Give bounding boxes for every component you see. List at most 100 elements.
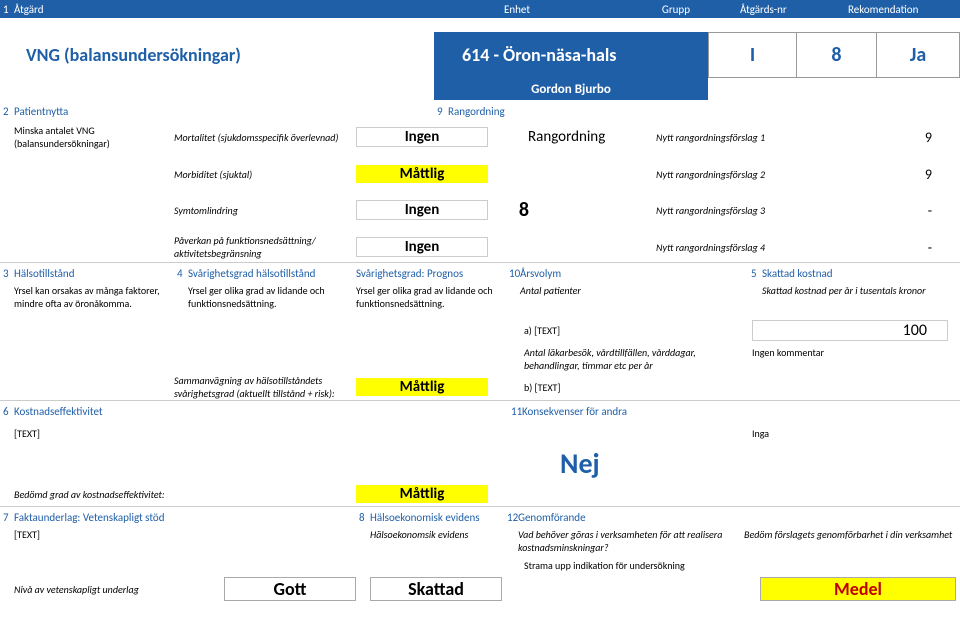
metric-row-4: Påverkan på funktionsnedsättning/ aktivi… [0, 232, 960, 262]
metric-row-1: Minska antalet VNG (balansundersökningar… [0, 122, 960, 152]
metric-3-val: Ingen [356, 237, 488, 257]
s10-a-val: 100 [752, 320, 948, 341]
s12-num: 12 [504, 511, 518, 524]
s7-text: [TEXT] [14, 528, 356, 541]
row-s6text: [TEXT] Inga [0, 422, 960, 444]
s9-num: 9 [434, 105, 448, 118]
rec-value: Ja [876, 32, 960, 78]
s2-num: 2 [0, 105, 14, 118]
s4-sum-label: Sammanvägning av hälsotillståndets svåri… [174, 374, 356, 400]
row-bottom: Nivå av vetenskapligt underlag Gott Skat… [0, 576, 960, 602]
s7-num: 7 [0, 511, 14, 524]
row-bedkost: Bedömd grad av kostnadseffektivitet: Måt… [0, 482, 960, 506]
s10-visits: Antal läkarbesök, vårdtillfällen, vårdda… [524, 346, 752, 372]
s12-q: Vad behöver göras i verksamheten för att… [518, 528, 744, 554]
s11-head: Konsekvenser för andra [522, 405, 627, 418]
s8-num: 8 [356, 511, 370, 524]
s6-text: [TEXT] [14, 427, 508, 440]
skattad-val: Skattad [370, 577, 502, 601]
s12-bed-label: Bedöm förslagets genomförbarhet i din ve… [744, 528, 952, 541]
prognos-head: Svårighetsgrad: Prognos [356, 267, 506, 280]
row-3-4-10-5: 3 Hälsotillstånd 4 Svårighetsgrad hälsot… [0, 262, 960, 284]
s10-b-label: b) [TEXT] [524, 381, 752, 394]
s3-text: Yrsel kan orsakas av många faktorer, min… [14, 284, 174, 310]
header-row: 1 Åtgärd Enhet Grupp Åtgärds-nr Rekomend… [0, 0, 960, 18]
s8-sub: Hälsoekonomsik evidens [370, 528, 504, 541]
row-a100: a) [TEXT] 100 [0, 314, 960, 346]
s2-text: Minska antalet VNG (balansundersökningar… [14, 124, 174, 150]
metric-1-val: Måttlig [356, 165, 488, 183]
metric-2-label: Symtomlindring [174, 204, 356, 217]
enhet-value: 614 - Öron-näsa-hals [434, 32, 708, 78]
metric-row-3: Symtomlindring Ingen 8 Nytt rangordnings… [0, 196, 960, 224]
hdr-rec: Rekomendation [848, 3, 960, 16]
gott-val: Gott [224, 577, 356, 601]
author-row: Gordon Bjurbo [0, 78, 960, 100]
s5-num: 5 [748, 267, 762, 280]
row-strama: Strama upp indikation för undersökning [0, 554, 960, 576]
s11-inga: Inga [752, 427, 769, 440]
s4-text: Yrsel ger olika grad av lidande och funk… [188, 284, 356, 310]
rang-3-label: Nytt rangordningsförslag 4 [656, 241, 824, 254]
s5-head: Skattad kostnad [762, 267, 833, 280]
nr-value: 8 [796, 32, 876, 78]
s4-num: 4 [174, 267, 188, 280]
rang-2-label: Nytt rangordningsförslag 3 [656, 204, 824, 217]
metric-1-label: Morbiditet (sjuktal) [174, 168, 356, 181]
medel-val: Medel [760, 577, 956, 601]
s11-val: Nej [560, 446, 600, 481]
author: Gordon Bjurbo [434, 78, 708, 100]
s7-head: Faktaunderlag: Vetenskapligt stöd [14, 511, 356, 524]
rang-title: Rangordning [528, 128, 656, 146]
metric-2-val: Ingen [356, 200, 488, 220]
hdr-grupp: Grupp [602, 3, 740, 16]
metric-0-label: Mortalitet (sjukdomsspecifik överlevnad) [174, 131, 356, 144]
row-s2-s9-head: 2 Patientnytta 9 Rangordning [0, 100, 960, 122]
s11-num: 11 [508, 405, 522, 418]
row-3-4-10-5-text: Yrsel kan orsakas av många faktorer, min… [0, 284, 960, 314]
hdr-num: 1 [0, 3, 14, 16]
row-nej: Nej [0, 444, 960, 482]
rang-1-label: Nytt rangordningsförslag 2 [656, 168, 824, 181]
rang-0-label: Nytt rangordningsförslag 1 [656, 131, 824, 144]
s12-head: Genomförande [518, 511, 586, 524]
rang-2-val: - [824, 202, 944, 219]
title-row: VNG (balansundersökningar) 614 - Öron-nä… [0, 32, 960, 78]
row-7-8-12-text: [TEXT] Hälsoekonomsik evidens Vad behöve… [0, 528, 960, 554]
metric-row-2: Morbiditet (sjuktal) Måttlig Nytt rangor… [0, 160, 960, 188]
s10-head: Årsvolym [520, 267, 748, 280]
s8-head: Hälsoekonomisk evidens [370, 511, 504, 524]
s3-num: 3 [0, 267, 14, 280]
s3-head: Hälsotillstånd [14, 267, 174, 280]
rang-big: 8 [488, 198, 560, 222]
s6-head: Kostnadseffektivitet [14, 405, 508, 418]
s12-a: Strama upp indikation för undersökning [524, 559, 685, 572]
s7-niva-label: Nivå av vetenskapligt underlag [14, 583, 224, 596]
title: VNG (balansundersökningar) [26, 44, 241, 66]
s10-sub: Antal patienter [520, 284, 748, 297]
rang-0-val: 9 [824, 129, 944, 146]
rang-1-val: 9 [824, 166, 944, 183]
s6-bed-label: Bedömd grad av kostnadseffektivitet: [14, 488, 356, 501]
metric-3-label: Påverkan på funktionsnedsättning/ aktivi… [174, 234, 356, 260]
row-7-8-12: 7 Faktaunderlag: Vetenskapligt stöd 8 Hä… [0, 506, 960, 528]
s6-bed-val: Måttlig [356, 485, 488, 503]
prognos-text: Yrsel ger olika grad av lidande och funk… [356, 284, 506, 310]
grupp-value: I [708, 32, 796, 78]
s10-a-label: a) [TEXT] [524, 324, 752, 337]
rang-3-val: - [824, 239, 944, 256]
hdr-enhet: Enhet [434, 3, 602, 16]
hdr-atgard: Åtgärd [14, 3, 434, 16]
s5-sub: Skattad kostnad per år i tusentals krono… [762, 284, 926, 297]
s4-head: Svårighetsgrad hälsotillstånd [188, 267, 356, 280]
row-6-11: 6 Kostnadseffektivitet 11 Konsekvenser f… [0, 400, 960, 422]
s5-comm: Ingen kommentar [752, 346, 824, 359]
row-visits: Antal läkarbesök, vårdtillfällen, vårdda… [0, 346, 960, 374]
s4-sum-val: Måttlig [356, 378, 488, 396]
s10-num: 10 [506, 267, 520, 280]
s6-num: 6 [0, 405, 14, 418]
hdr-nr: Åtgärds-nr [740, 3, 848, 16]
s9-head: Rangordning [448, 105, 505, 118]
row-samman: Sammanvägning av hälsotillståndets svåri… [0, 374, 960, 400]
s2-head: Patientnytta [14, 105, 434, 118]
